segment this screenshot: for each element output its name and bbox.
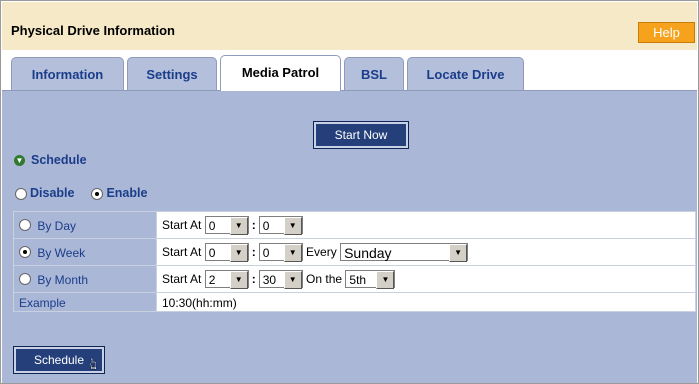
by-day-label: By Day [37,218,77,233]
example-label-cell: Example [13,292,157,312]
by-month-radio[interactable] [19,273,31,286]
by-week-day-select[interactable]: Sunday ▼ [340,243,469,262]
dropdown-arrow-icon: ▼ [283,271,302,289]
by-week-label: By Week [37,245,86,260]
page-title: Physical Drive Information [11,23,175,38]
on-the-label: On the [306,272,343,286]
media-patrol-panel: Start Now ▼ Schedule Disable Enable By Da… [2,90,697,383]
by-day-radio[interactable] [19,219,31,232]
by-week-cell: By Week [13,238,157,266]
by-month-hour-value: 2 [208,273,216,287]
dropdown-arrow-icon: ▼ [229,217,248,235]
example-value: 10:30(hh:mm) [162,295,237,310]
by-week-value-cell: Start At 0 ▼:0 ▼ Every Sunday ▼ [156,238,696,266]
by-month-hour-select[interactable]: 2 ▼ [204,270,249,289]
by-month-date-select[interactable]: 5th ▼ [345,270,396,289]
time-colon: : [251,272,256,286]
by-month-value-cell: Start At 2 ▼:30 ▼ On the 5th ▼ [156,265,696,293]
table-row: By Day Start At 0 ▼:0 ▼ [13,211,696,239]
enable-radio[interactable] [91,187,104,200]
by-month-minute-value: 30 [262,273,277,287]
dropdown-arrow-icon: ▼ [449,244,468,262]
by-day-value-cell: Start At 0 ▼:0 ▼ [156,211,696,239]
every-label: Every [306,245,337,259]
by-week-day-value: Sunday [344,245,392,261]
mouse-pointer-icon: 👆︎ [90,356,97,373]
dropdown-arrow-icon: ▼ [376,271,395,289]
by-month-cell: By Month [13,265,157,293]
by-week-minute-select[interactable]: 0 ▼ [258,243,303,262]
tab-media-patrol[interactable]: Media Patrol [220,55,341,91]
media-patrol-window: Physical Drive Information Help Informat… [0,0,699,384]
start-at-label: Start At [162,245,202,259]
by-day-minute-select[interactable]: 0 ▼ [258,216,303,235]
by-month-date-value: 5th [349,273,367,287]
by-month-minute-select[interactable]: 30 ▼ [258,270,303,289]
table-row: By Month Start At 2 ▼:30 ▼ On the 5th ▼ [13,265,696,293]
table-row: Example 10:30(hh:mm) [13,292,696,312]
by-week-radio[interactable] [19,246,31,259]
by-day-minute-value: 0 [262,219,270,233]
dropdown-arrow-icon: ▼ [229,244,248,262]
tab-information[interactable]: Information [11,57,124,91]
schedule-table: By Day Start At 0 ▼:0 ▼ By Week Start At 0… [13,211,696,312]
by-month-label: By Month [37,272,89,287]
dropdown-arrow-icon: ▼ [229,271,248,289]
by-week-minute-value: 0 [262,246,270,260]
schedule-heading: ▼ Schedule [14,153,87,167]
dropdown-arrow-icon: ▼ [283,244,302,262]
help-button[interactable]: Help [638,22,695,43]
tab-settings[interactable]: Settings [127,57,217,91]
by-day-cell: By Day [13,211,157,239]
disable-label: Disable [30,186,75,200]
table-row: By Week Start At 0 ▼:0 ▼ Every Sunday ▼ [13,238,696,266]
disable-radio[interactable] [15,187,27,200]
title-bar: Physical Drive Information Help [2,2,697,51]
tab-locate-drive[interactable]: Locate Drive [407,57,524,91]
time-colon: : [251,245,256,259]
schedule-toggle: Disable Enable [15,186,147,200]
start-at-label: Start At [162,218,202,232]
by-week-hour-value: 0 [208,246,216,260]
time-colon: : [251,218,256,232]
example-label: Example [19,295,66,310]
by-day-hour-value: 0 [208,219,216,233]
by-day-hour-select[interactable]: 0 ▼ [204,216,249,235]
tab-bsl[interactable]: BSL [344,57,404,91]
start-now-button[interactable]: Start Now [313,121,409,149]
dropdown-arrow-icon: ▼ [283,217,302,235]
start-at-label: Start At [162,272,202,286]
chevron-down-icon[interactable]: ▼ [14,155,25,167]
tab-strip: Information Settings Media Patrol BSL Lo… [2,50,697,92]
by-week-hour-select[interactable]: 0 ▼ [204,243,249,262]
example-value-cell: 10:30(hh:mm) [156,292,696,312]
schedule-heading-label: Schedule [31,153,87,167]
enable-label: Enable [106,186,148,200]
